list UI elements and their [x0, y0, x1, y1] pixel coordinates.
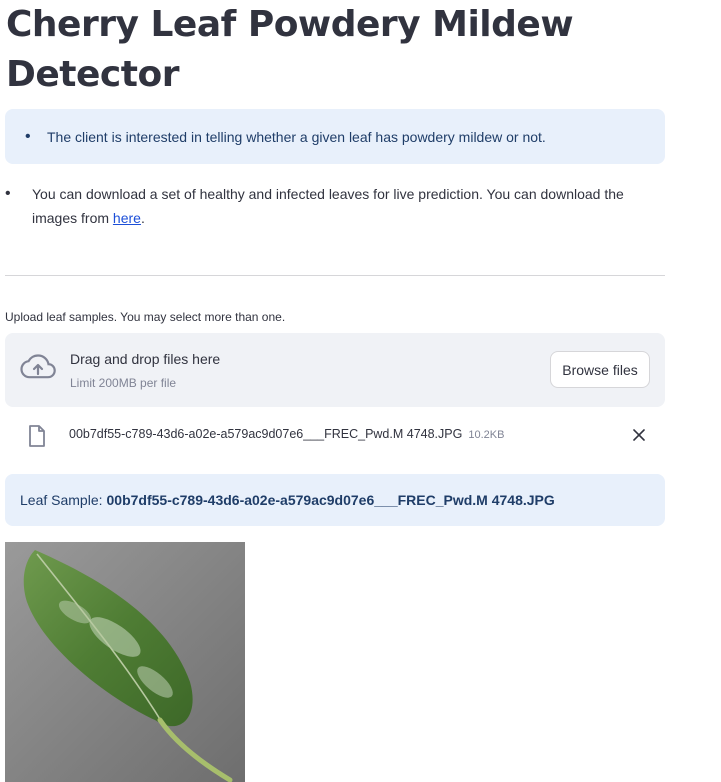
dropzone-limit: Limit 200MB per file	[70, 376, 177, 390]
file-dropzone[interactable]: Drag and drop files here Limit 200MB per…	[5, 333, 665, 407]
file-name-text: 00b7df55-c789-43d6-a02e-a579ac9d07e6___F…	[69, 427, 463, 441]
leaf-sample-label: Leaf Sample:	[20, 492, 103, 508]
bullet-dot: •	[25, 128, 31, 145]
uploaded-file-size: 10.2KB	[468, 429, 505, 441]
uploaded-file-row: 00b7df55-c789-43d6-a02e-a579ac9d07e6___F…	[5, 418, 665, 454]
download-note-suffix: .	[140, 210, 145, 226]
leaf-sample-banner: Leaf Sample: 00b7df55-c789-43d6-a02e-a57…	[5, 474, 665, 526]
close-icon[interactable]	[631, 427, 647, 443]
leaf-sample-filename: 00b7df55-c789-43d6-a02e-a579ac9d07e6___F…	[106, 492, 555, 508]
page-title: Cherry Leaf Powdery Mildew Detector	[6, 4, 574, 95]
uploaded-file-name: 00b7df55-c789-43d6-a02e-a579ac9d07e6___F…	[69, 427, 504, 441]
cloud-upload-icon	[20, 354, 56, 379]
info-text: The client is interested in telling whet…	[47, 128, 546, 145]
leaf-sample-image	[5, 542, 245, 782]
bullet-dot: •	[5, 185, 11, 202]
file-icon	[29, 425, 45, 447]
browse-files-button[interactable]: Browse files	[550, 351, 650, 388]
download-note: • You can download a set of healthy and …	[5, 182, 652, 230]
info-alert: • The client is interested in telling wh…	[5, 109, 665, 164]
divider	[5, 275, 665, 276]
uploader-label: Upload leaf samples. You may select more…	[5, 310, 286, 324]
dropzone-instructions: Drag and drop files here	[70, 351, 221, 367]
download-link[interactable]: here	[113, 210, 141, 226]
